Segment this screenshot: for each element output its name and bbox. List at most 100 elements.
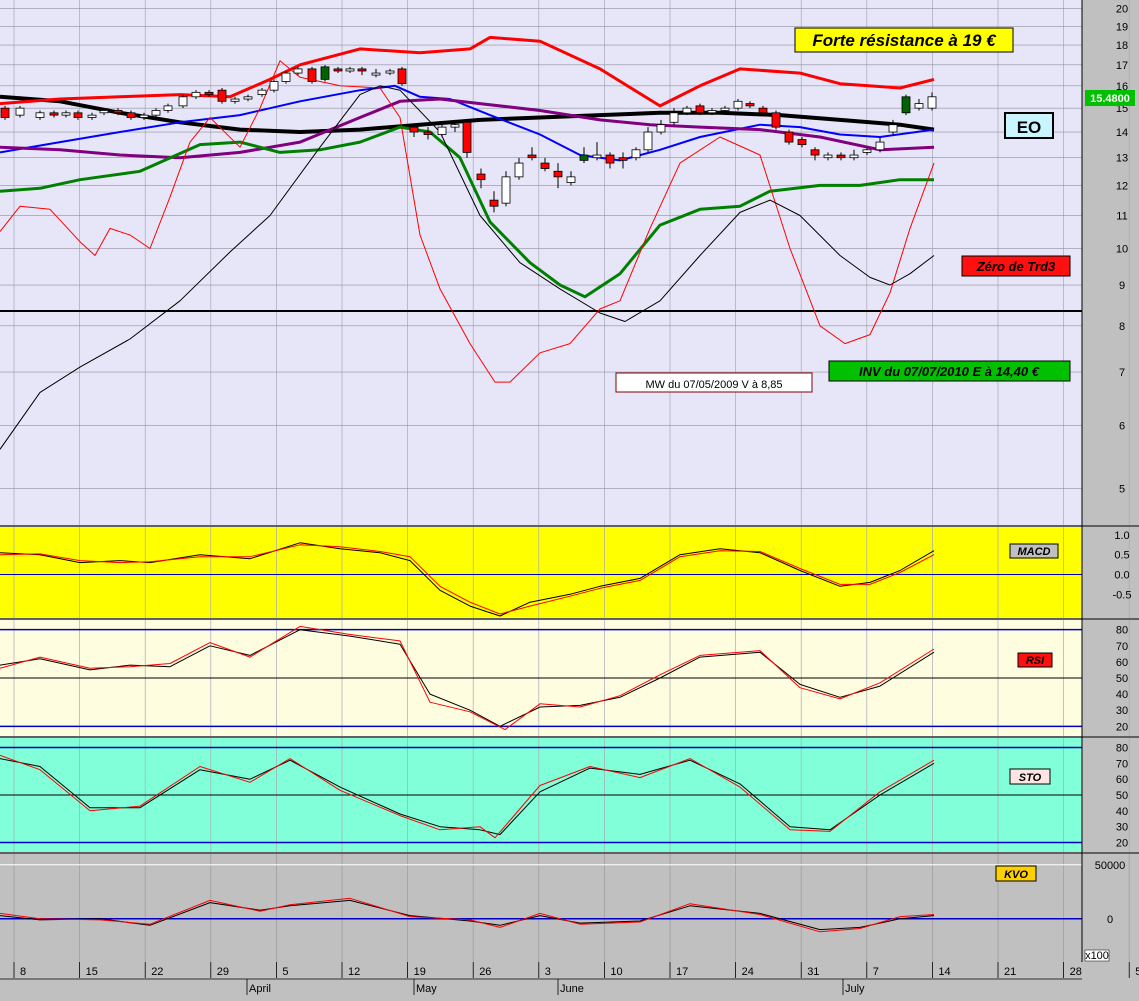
price-panel	[0, 0, 1082, 525]
mw-text: MW du 07/05/2009 V à 8,85	[646, 379, 783, 391]
rsi-label: RSI	[1017, 652, 1053, 668]
candle-body	[73, 112, 83, 118]
candle-body	[745, 103, 755, 107]
candle-body	[293, 68, 303, 74]
date-axis-bg	[0, 962, 1139, 1001]
x-tick-label: 10	[610, 966, 622, 978]
candle-body	[243, 96, 253, 100]
inv-text: INV du 07/07/2010 E à 14,40 €	[859, 364, 1040, 379]
candle-body	[797, 139, 807, 146]
kvo-multiplier-text: x100	[1085, 950, 1109, 962]
y-tick-label: 0	[1107, 914, 1113, 926]
candle-body	[15, 107, 25, 116]
kvo-label: KVO	[995, 865, 1037, 882]
candle-body	[784, 131, 794, 143]
candle-body	[462, 121, 472, 153]
candle-body	[151, 110, 161, 116]
candle-body	[605, 154, 615, 164]
y-tick-label: 13	[1116, 153, 1128, 165]
zero-trd3-text: Zéro de Trd3	[976, 259, 1056, 274]
candle-body	[566, 176, 576, 183]
candle-body	[307, 68, 317, 82]
resistance-annotation: Forte résistance à 19 €	[794, 27, 1014, 53]
candle-body	[888, 124, 898, 133]
zero-trd3-annotation: Zéro de Trd3	[961, 255, 1071, 277]
macd-label-text: MACD	[1018, 546, 1051, 558]
x-tick-label: 28	[1070, 966, 1082, 978]
x-tick-label: 21	[1004, 966, 1016, 978]
month-label: June	[560, 983, 584, 995]
candle-body	[357, 68, 367, 72]
candle-body	[409, 126, 419, 133]
candle-body	[836, 154, 846, 159]
candle-body	[618, 157, 628, 161]
candle-body	[927, 96, 937, 109]
candle-body	[450, 124, 460, 128]
y-tick-label: 70	[1116, 758, 1128, 770]
y-tick-label: 19	[1116, 21, 1128, 33]
x-tick-label: 26	[479, 966, 491, 978]
candle-body	[579, 154, 589, 161]
candle-body	[758, 107, 768, 114]
candle-body	[695, 105, 705, 114]
x-tick-label: 8	[20, 966, 26, 978]
candle-body	[553, 170, 563, 178]
y-tick-label: 5	[1119, 484, 1125, 496]
candle-body	[99, 110, 109, 114]
candle-body	[163, 105, 173, 111]
y-tick-label: 6	[1119, 420, 1125, 432]
y-tick-label: 40	[1116, 806, 1128, 818]
candle-body	[682, 107, 692, 114]
resistance-text: Forte résistance à 19 €	[812, 31, 997, 50]
candle-body	[385, 70, 395, 74]
x-tick-label: 5	[1135, 966, 1139, 978]
x-tick-label: 19	[414, 966, 426, 978]
candle-body	[656, 124, 666, 133]
candle-body	[178, 96, 188, 107]
y-tick-label: 9	[1119, 280, 1125, 292]
y-tick-label: 10	[1116, 244, 1128, 256]
y-tick-label: 70	[1116, 641, 1128, 653]
y-tick-label: 60	[1116, 774, 1128, 786]
y-tick-label: 18	[1116, 40, 1128, 52]
candle-body	[320, 66, 330, 80]
candle-body	[631, 149, 641, 159]
candle-body	[371, 72, 381, 76]
y-tick-label: 50000	[1095, 860, 1126, 872]
macd-panel	[0, 527, 1082, 618]
y-tick-label: 20	[1116, 721, 1128, 733]
mw-annotation: MW du 07/05/2009 V à 8,85	[615, 372, 813, 393]
candle-body	[191, 91, 201, 98]
candle-body	[230, 98, 240, 102]
y-tick-label: 60	[1116, 657, 1128, 669]
candle-body	[875, 141, 885, 151]
candle-body	[527, 154, 537, 159]
x-tick-label: 14	[938, 966, 950, 978]
candle-body	[914, 103, 924, 109]
x-tick-label: 31	[807, 966, 819, 978]
candle-body	[514, 162, 524, 178]
kvo-panel	[0, 854, 1082, 962]
candle-body	[397, 68, 407, 85]
kvo-multiplier: x100	[1084, 949, 1110, 962]
candle-body	[489, 199, 499, 207]
candle-body	[501, 176, 511, 204]
candle-body	[35, 112, 45, 118]
inv-annotation: INV du 07/07/2010 E à 14,40 €	[828, 360, 1071, 382]
candle-body	[49, 112, 59, 116]
candle-body	[476, 173, 486, 181]
candle-body	[139, 114, 149, 118]
month-label: May	[416, 983, 437, 995]
y-tick-label: 12	[1116, 180, 1128, 192]
candle-body	[592, 154, 602, 159]
candle-body	[0, 107, 10, 118]
candle-body	[126, 112, 136, 118]
candle-body	[257, 89, 267, 95]
y-tick-label: 8	[1119, 321, 1125, 333]
y-tick-label: -0.5	[1113, 589, 1132, 601]
x-tick-label: 5	[282, 966, 288, 978]
candle-body	[849, 154, 859, 159]
y-tick-label: 20	[1116, 4, 1128, 16]
candle-body	[862, 149, 872, 153]
x-tick-label: 17	[676, 966, 688, 978]
